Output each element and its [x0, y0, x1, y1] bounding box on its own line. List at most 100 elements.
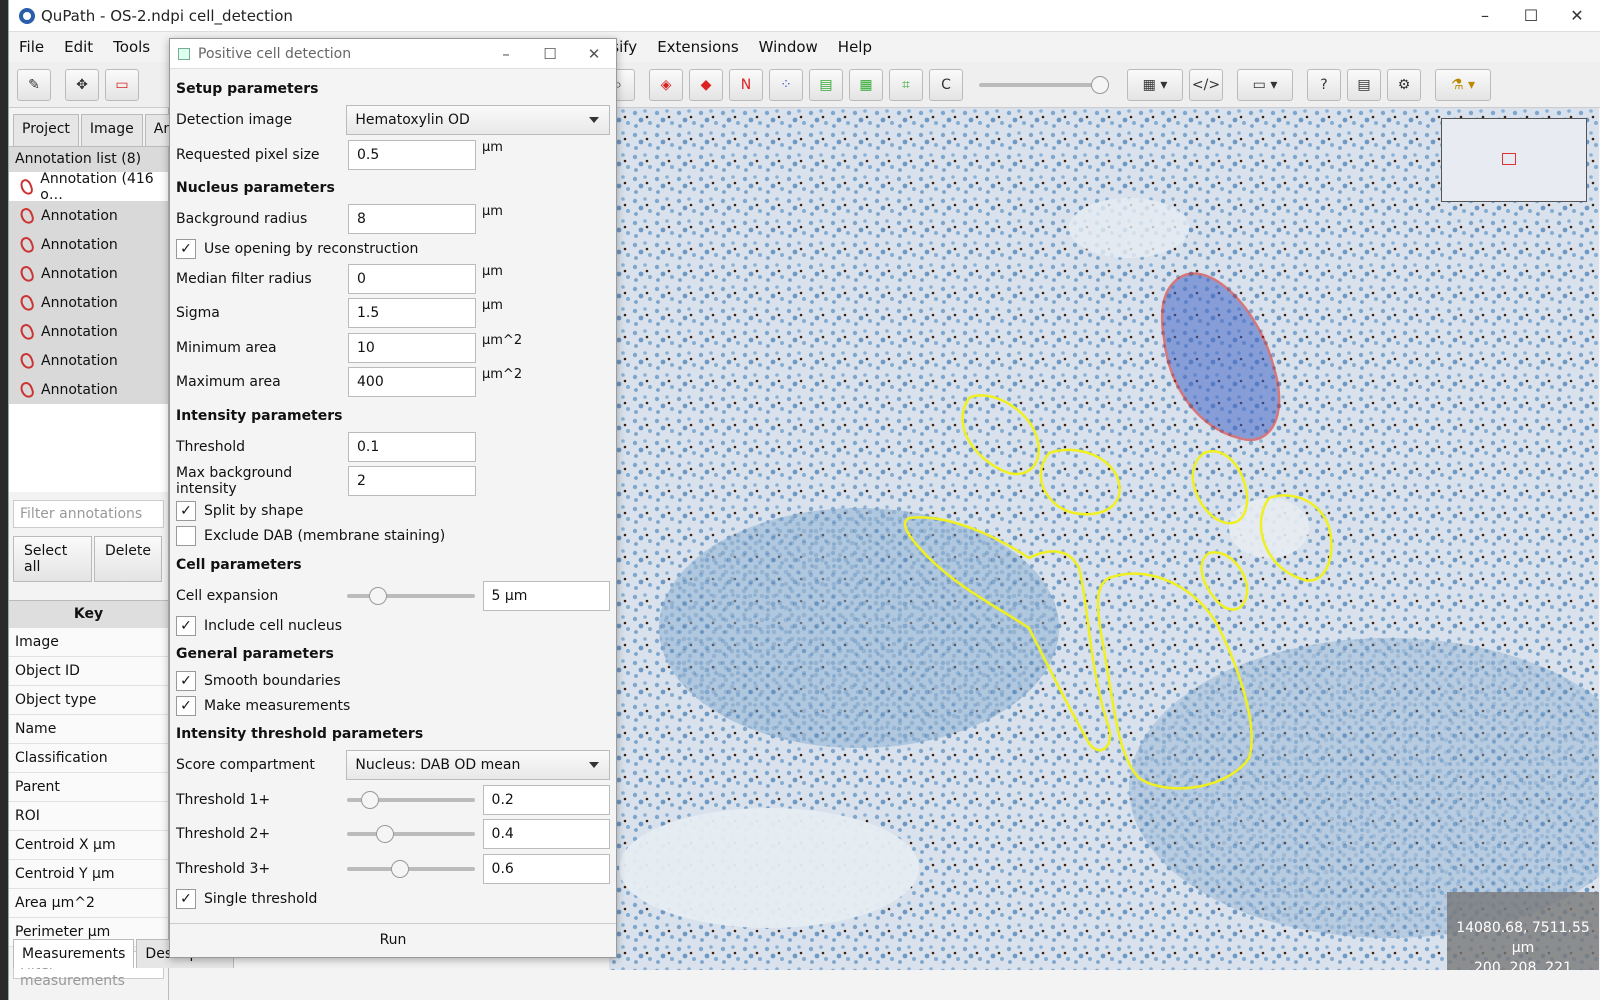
overview-viewport-box — [1502, 153, 1516, 165]
tab-measurements[interactable]: Measurements — [13, 939, 135, 968]
minimize-icon[interactable]: – — [1462, 0, 1508, 32]
tab-image[interactable]: Image — [80, 114, 143, 146]
table-row: Parent — [9, 773, 168, 802]
threshold-3-input[interactable]: 0.6 — [482, 853, 610, 884]
annotation-icon — [18, 205, 36, 226]
fill-detections-icon[interactable]: ▦ — [849, 68, 883, 101]
window-title: QuPath - OS-2.ndpi cell_detection — [41, 6, 293, 25]
annotation-icon — [18, 379, 36, 400]
include-nucleus-checkbox[interactable]: ✓ — [176, 615, 196, 636]
delete-button[interactable]: Delete — [94, 536, 162, 582]
threshold-1-label: Threshold 1+ — [176, 791, 271, 808]
channel-icon[interactable]: C — [929, 68, 963, 101]
maximize-icon[interactable]: ☐ — [1508, 0, 1554, 32]
list-item[interactable]: Annotation — [9, 317, 168, 346]
table-row: Image — [9, 628, 168, 657]
gear-icon[interactable]: ⚙ — [1387, 68, 1421, 101]
rectangle-tool-icon[interactable]: ▭ — [105, 68, 139, 101]
script-icon[interactable]: </> — [1189, 68, 1223, 101]
median-radius-input[interactable]: 0 — [348, 263, 476, 294]
median-radius-label: Median filter radius — [176, 270, 312, 287]
list-item[interactable]: Annotation (416 o… — [9, 171, 168, 203]
list-item[interactable]: Annotation — [9, 230, 168, 259]
dialog-close-icon[interactable]: ✕ — [572, 45, 616, 63]
intensity-threshold-section-title: Intensity threshold parameters — [176, 726, 424, 742]
display-menu-icon[interactable]: ▭ ▾ — [1237, 68, 1293, 101]
threshold-1-input[interactable]: 0.2 — [482, 784, 610, 815]
overview-thumbnail[interactable] — [1441, 118, 1587, 202]
table-menu-icon[interactable]: ▦ ▾ — [1127, 68, 1183, 101]
minimum-area-input[interactable]: 10 — [348, 332, 476, 363]
max-background-input[interactable]: 2 — [348, 466, 476, 497]
unit-label: µm — [482, 139, 503, 155]
setup-section-title: Setup parameters — [176, 81, 319, 97]
maximum-area-input[interactable]: 400 — [348, 367, 476, 398]
pixel-size-label: Requested pixel size — [176, 146, 320, 163]
dialog-maximize-icon[interactable]: ☐ — [528, 45, 572, 63]
unit-label: µm — [482, 263, 503, 279]
filter-annotations-input[interactable]: Filter annotations — [13, 500, 164, 528]
show-names-icon[interactable]: N — [729, 68, 763, 101]
list-item[interactable]: Annotation — [9, 288, 168, 317]
opacity-slider[interactable] — [979, 75, 1109, 94]
threshold-input[interactable]: 0.1 — [348, 431, 476, 462]
threshold-3-slider[interactable] — [347, 859, 475, 878]
score-compartment-select[interactable]: Nucleus: DAB OD mean — [346, 750, 610, 781]
cell-expansion-slider[interactable] — [347, 586, 475, 605]
opening-checkbox[interactable]: ✓ — [176, 239, 196, 259]
split-by-shape-checkbox[interactable]: ✓ — [176, 501, 196, 521]
close-icon[interactable]: ✕ — [1554, 0, 1600, 32]
score-compartment-label: Score compartment — [176, 757, 315, 774]
menu-help[interactable]: Help — [828, 38, 882, 56]
menu-edit[interactable]: Edit — [54, 38, 103, 56]
help-icon[interactable]: ? — [1307, 68, 1341, 101]
dialog-minimize-icon[interactable]: – — [484, 45, 528, 63]
sigma-input[interactable]: 1.5 — [348, 298, 476, 329]
table-row: Centroid X µm — [9, 831, 168, 860]
select-all-button[interactable]: Select all — [13, 536, 92, 582]
minimum-area-label: Minimum area — [176, 339, 277, 356]
threshold-2-input[interactable]: 0.4 — [482, 819, 610, 850]
unit-label: µm^2 — [482, 332, 523, 348]
cell-expansion-input[interactable]: 5 µm — [482, 580, 610, 611]
detection-image-select[interactable]: Hematoxylin OD — [346, 105, 610, 136]
move-tool-icon[interactable]: ✥ — [65, 68, 99, 101]
image-viewer[interactable]: 14080.68, 7511.55 µm 200, 208, 221 — [609, 108, 1599, 970]
extensions-menu-icon[interactable]: ⚗ ▾ — [1435, 68, 1491, 101]
cell-connections-icon[interactable]: ⌗ — [889, 68, 923, 101]
single-threshold-label: Single threshold — [204, 890, 318, 907]
pixel-size-input[interactable]: 0.5 — [348, 139, 476, 170]
annotation-icon — [18, 263, 36, 284]
background-radius-label: Background radius — [176, 211, 308, 228]
menu-extensions[interactable]: Extensions — [647, 38, 748, 56]
menu-window[interactable]: Window — [749, 38, 828, 56]
os-taskbar-edge — [0, 0, 8, 1000]
log-icon[interactable]: ▤ — [1347, 68, 1381, 101]
make-measurements-checkbox[interactable]: ✓ — [176, 695, 196, 716]
menu-tools[interactable]: Tools — [103, 38, 160, 56]
key-column-header[interactable]: Key — [9, 600, 168, 628]
dialog-title: Positive cell detection — [198, 45, 352, 62]
tma-grid-icon[interactable]: ⁘ — [769, 68, 803, 101]
run-button[interactable]: Run — [170, 923, 616, 957]
menu-file[interactable]: File — [9, 38, 54, 56]
list-item[interactable]: Annotation — [9, 375, 168, 404]
smooth-boundaries-checkbox[interactable]: ✓ — [176, 670, 196, 691]
exclude-dab-checkbox[interactable] — [176, 526, 196, 546]
threshold-1-slider[interactable] — [347, 790, 475, 809]
annotation-icon — [18, 350, 36, 371]
show-detections-icon[interactable]: ▤ — [809, 68, 843, 101]
cell-expansion-label: Cell expansion — [176, 587, 279, 604]
threshold-2-slider[interactable] — [347, 825, 475, 844]
list-item[interactable]: Annotation — [9, 201, 168, 230]
title-bar: QuPath - OS-2.ndpi cell_detection – ☐ ✕ — [9, 0, 1600, 32]
list-item[interactable]: Annotation — [9, 259, 168, 288]
background-radius-input[interactable]: 8 — [348, 204, 476, 235]
list-item[interactable]: Annotation — [9, 346, 168, 375]
tab-project[interactable]: Project — [13, 114, 79, 146]
fill-annotations-icon[interactable]: ◆ — [689, 68, 723, 101]
brush-tool-icon[interactable]: ✎ — [17, 68, 51, 101]
split-by-shape-label: Split by shape — [204, 503, 304, 519]
show-annotations-icon[interactable]: ◈ — [649, 68, 683, 101]
single-threshold-checkbox[interactable]: ✓ — [176, 888, 196, 909]
